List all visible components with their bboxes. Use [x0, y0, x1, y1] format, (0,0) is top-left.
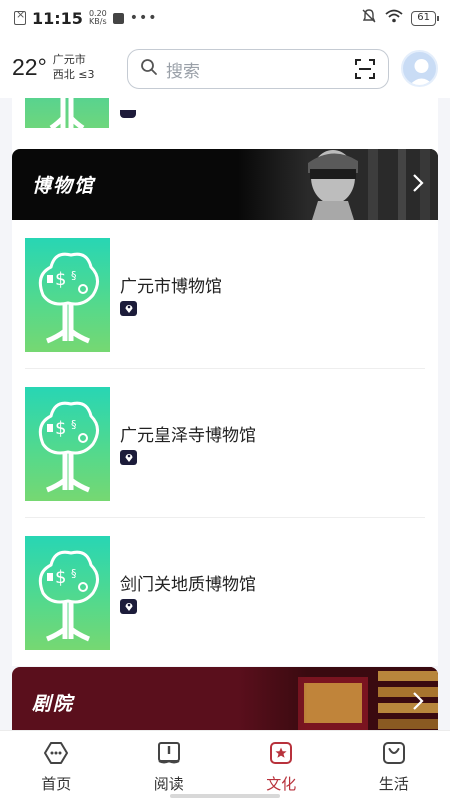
status-time: 11:15	[32, 8, 83, 28]
nav-reading-label: 阅读	[153, 775, 184, 793]
net-speed-unit: KB/s	[89, 17, 107, 26]
museum-name: 广元市博物馆	[120, 277, 222, 297]
svg-text:$: $	[55, 418, 66, 439]
weather-widget[interactable]: 22° 广元市 西北 ≤3	[0, 52, 118, 82]
money-tree-icon: $ §	[38, 252, 99, 344]
bag-icon	[380, 739, 408, 767]
previous-item-thumbnail[interactable]	[25, 98, 109, 131]
culture-star-icon	[267, 739, 295, 767]
svg-text:$: $	[55, 567, 66, 588]
bottom-nav: 首页 阅读 文化 生活	[0, 730, 450, 800]
museum-thumbnail: $ §	[25, 238, 110, 352]
theatre-section-banner[interactable]: 剧院	[12, 667, 438, 730]
statue-banner-image	[238, 149, 438, 220]
avatar[interactable]	[401, 50, 438, 87]
home-indicator	[170, 794, 280, 798]
nav-home-label: 首页	[41, 775, 72, 793]
svg-text:§: §	[71, 418, 77, 431]
chevron-right-icon[interactable]	[412, 691, 424, 711]
museum-thumbnail: $ §	[25, 387, 110, 501]
net-speed: 0.20 KB/s	[89, 10, 107, 26]
battery-icon: 61	[411, 10, 439, 26]
list-item[interactable]: $ § 广元皇泽寺博物馆	[12, 369, 438, 518]
chevron-right-icon[interactable]	[412, 173, 424, 193]
theatre-section-title: 剧院	[32, 693, 75, 715]
top-header: 22° 广元市 西北 ≤3 搜索	[0, 36, 450, 98]
nav-culture[interactable]: 文化	[225, 731, 338, 800]
status-bar: 11:15 0.20 KB/s ••• 61	[0, 0, 450, 36]
museum-thumbnail: $ §	[25, 536, 110, 650]
nav-reading[interactable]: 阅读	[113, 731, 226, 800]
more-dots-icon: •••	[129, 10, 158, 26]
content-area[interactable]: 博物馆 $ § 广元市博物馆 $ § 广元皇泽寺博物馆 $ § 剑门关地质博物馆…	[0, 98, 450, 730]
theatre-banner-image	[238, 667, 438, 730]
nav-life[interactable]: 生活	[338, 731, 450, 800]
app-notification-icon	[112, 12, 124, 24]
wind-info: 西北 ≤3	[52, 68, 95, 81]
previous-location-tag	[120, 110, 136, 118]
museum-section-banner[interactable]: 博物馆	[12, 149, 438, 220]
svg-text:§: §	[71, 567, 77, 580]
money-tree-icon: $ §	[38, 401, 99, 493]
user-silhouette-icon	[409, 59, 434, 85]
temperature: 22°	[12, 53, 47, 80]
museum-name: 广元皇泽寺博物馆	[120, 426, 256, 446]
book-icon	[155, 739, 183, 767]
museum-section-title: 博物馆	[32, 175, 96, 197]
search-input[interactable]: 搜索	[127, 49, 389, 89]
search-icon	[140, 58, 158, 80]
scan-icon[interactable]	[354, 58, 376, 80]
list-item[interactable]: $ § 剑门关地质博物馆	[12, 518, 438, 667]
nav-culture-label: 文化	[266, 775, 297, 793]
location-pin-icon[interactable]	[120, 301, 137, 316]
svg-text:$: $	[55, 269, 66, 290]
mute-icon	[361, 8, 377, 28]
location-pin-icon[interactable]	[120, 450, 137, 465]
list-item[interactable]: $ § 广元市博物馆	[12, 220, 438, 369]
sim-icon	[14, 8, 26, 25]
wifi-icon	[385, 9, 403, 27]
svg-text:§: §	[71, 269, 77, 282]
nav-home[interactable]: 首页	[0, 731, 113, 800]
nav-life-label: 生活	[378, 775, 409, 793]
home-icon	[42, 739, 70, 767]
search-placeholder: 搜索	[166, 61, 200, 82]
museum-name: 剑门关地质博物馆	[120, 575, 256, 595]
city-name: 广元市	[52, 53, 86, 66]
money-tree-icon: $ §	[38, 550, 99, 642]
museum-list: $ § 广元市博物馆 $ § 广元皇泽寺博物馆 $ § 剑门关地质博物馆	[12, 220, 438, 666]
location-pin-icon[interactable]	[120, 599, 137, 614]
